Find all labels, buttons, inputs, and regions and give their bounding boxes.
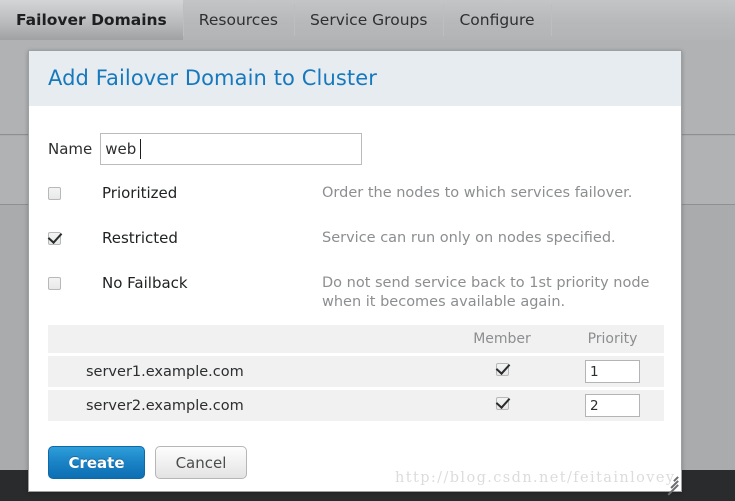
node-name: server1.example.com <box>86 363 244 380</box>
add-failover-domain-dialog: Add Failover Domain to Cluster Name Prio… <box>28 50 682 496</box>
resize-grip-icon[interactable] <box>663 473 679 496</box>
table-row: server1.example.com <box>48 356 664 387</box>
cancel-button[interactable]: Cancel <box>155 446 247 479</box>
table-row: server2.example.com <box>48 390 664 421</box>
create-button[interactable]: Create <box>48 446 145 479</box>
no-failback-label: No Failback <box>102 274 188 292</box>
no-failback-checkbox-cell <box>48 274 102 290</box>
node-name: server2.example.com <box>86 397 244 414</box>
tab-service-groups[interactable]: Service Groups <box>293 0 443 40</box>
dialog-title: Add Failover Domain to Cluster <box>48 66 377 90</box>
priority-input[interactable] <box>585 360 640 383</box>
screen: Failover Domains Resources Service Group… <box>0 0 735 501</box>
members-table-header: Member Priority <box>48 325 664 353</box>
header-member: Member <box>473 331 531 347</box>
header-priority: Priority <box>587 331 638 347</box>
options-group: Prioritized Order the nodes to which ser… <box>48 184 662 319</box>
tab-failover-domains[interactable]: Failover Domains <box>0 0 183 40</box>
tab-bar-filler <box>550 0 735 40</box>
option-row-no-failback: No Failback Do not send service back to … <box>48 274 662 319</box>
no-failback-description: Do not send service back to 1st priority… <box>322 275 650 310</box>
tab-resources-label: Resources <box>198 11 278 29</box>
text-cursor <box>140 139 142 159</box>
member-checkbox-cell <box>443 397 561 414</box>
tab-resources[interactable]: Resources <box>182 0 294 40</box>
member-checkbox-cell <box>443 363 561 380</box>
member-checkbox[interactable] <box>495 363 509 376</box>
tab-configure-label: Configure <box>459 11 535 29</box>
restricted-checkbox[interactable] <box>48 232 61 245</box>
main-tab-bar: Failover Domains Resources Service Group… <box>0 0 735 40</box>
tab-configure[interactable]: Configure <box>443 0 550 40</box>
members-table: Member Priority server1.example.com serv… <box>48 325 664 421</box>
priority-input[interactable] <box>585 394 640 417</box>
restricted-label: Restricted <box>102 229 178 247</box>
tab-failover-domains-label: Failover Domains <box>16 11 167 29</box>
option-row-restricted: Restricted Service can run only on nodes… <box>48 229 662 274</box>
dialog-body: Name Prioritized Order the nodes to whic… <box>29 133 681 479</box>
member-checkbox[interactable] <box>495 397 509 410</box>
dialog-header: Add Failover Domain to Cluster <box>29 51 681 106</box>
name-label: Name <box>48 140 93 158</box>
restricted-description: Service can run only on nodes specified. <box>322 230 616 246</box>
prioritized-checkbox[interactable] <box>48 187 61 200</box>
option-row-prioritized: Prioritized Order the nodes to which ser… <box>48 184 662 229</box>
name-field-wrapper <box>100 133 363 165</box>
prioritized-label: Prioritized <box>102 184 178 202</box>
name-row: Name <box>48 133 662 165</box>
prioritized-description: Order the nodes to which services failov… <box>322 185 633 201</box>
priority-cell <box>561 394 664 417</box>
dialog-footer: Create Cancel <box>48 446 662 479</box>
restricted-checkbox-cell <box>48 229 102 245</box>
no-failback-checkbox[interactable] <box>48 277 61 290</box>
prioritized-checkbox-cell <box>48 184 102 200</box>
priority-cell <box>561 360 664 383</box>
tab-service-groups-label: Service Groups <box>309 11 428 29</box>
